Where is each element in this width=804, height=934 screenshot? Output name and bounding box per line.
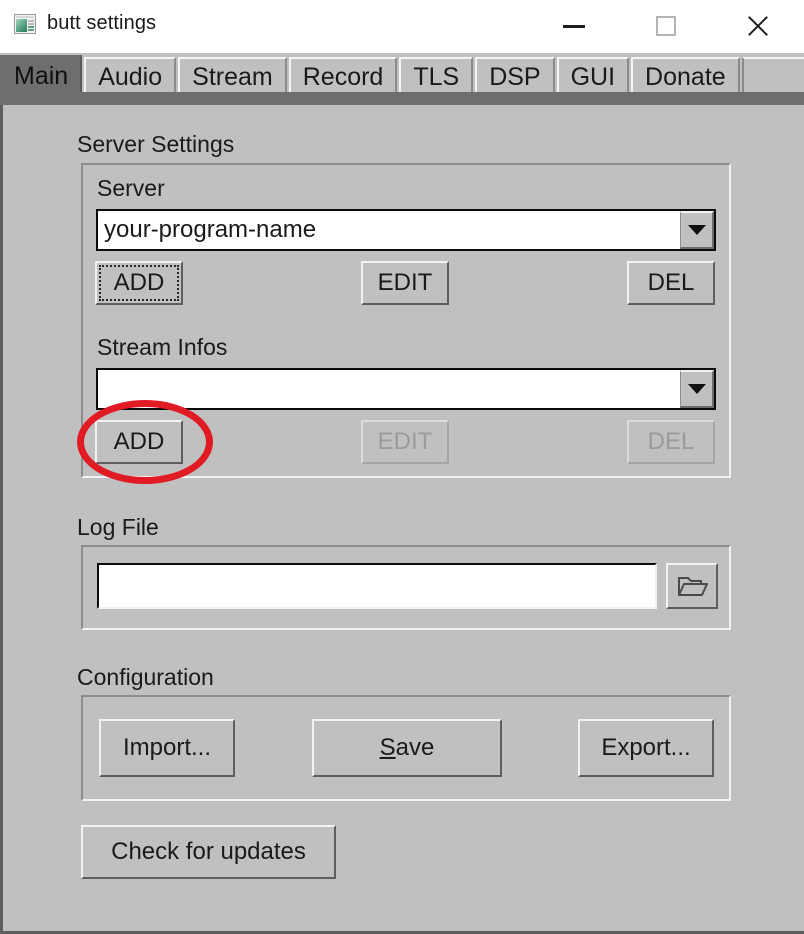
stream-infos-edit-button: EDIT <box>361 420 449 464</box>
title-bar: butt settings <box>0 0 804 54</box>
server-edit-label: EDIT <box>377 269 433 296</box>
close-button[interactable] <box>712 0 804 52</box>
configuration-groupbox: Import... Save Export... <box>81 695 731 801</box>
minimize-button[interactable] <box>528 0 620 52</box>
folder-open-icon <box>678 577 708 596</box>
server-settings-groupbox: Server your-program-name ADD EDIT DEL St… <box>81 163 731 478</box>
tab-donate-label: Donate <box>645 62 726 91</box>
app-icon-line-1 <box>28 19 34 22</box>
tab-bar-empty-space <box>741 57 804 95</box>
tab-bar: Main Audio Stream Record TLS DSP GUI Don… <box>0 53 804 95</box>
log-file-input[interactable] <box>97 563 657 609</box>
app-icon-line-4 <box>28 28 34 31</box>
app-icon-titlebar-strip <box>16 15 34 18</box>
log-file-groupbox <box>81 545 731 630</box>
server-combobox-value: your-program-name <box>104 218 317 242</box>
tab-dsp[interactable]: DSP <box>475 57 555 95</box>
tab-tls[interactable]: TLS <box>399 57 474 95</box>
export-label: Export... <box>601 734 691 761</box>
server-combobox[interactable]: your-program-name <box>96 209 716 251</box>
log-file-browse-button[interactable] <box>666 563 718 609</box>
tab-bar-underline <box>0 92 804 105</box>
server-settings-group-label: Server Settings <box>77 131 235 157</box>
tab-stream-label: Stream <box>192 62 273 91</box>
save-label: Save <box>380 736 435 760</box>
app-icon-line-3 <box>28 25 34 28</box>
tab-record-label: Record <box>302 62 384 91</box>
tab-stream[interactable]: Stream <box>178 57 287 95</box>
stream-infos-edit-label: EDIT <box>377 428 433 455</box>
tab-gui[interactable]: GUI <box>556 57 630 95</box>
stream-infos-add-button[interactable]: ADD <box>95 420 183 464</box>
app-icon-line-2 <box>28 22 34 25</box>
tab-main[interactable]: Main <box>0 55 83 95</box>
close-icon <box>745 13 771 39</box>
tab-audio-label: Audio <box>98 62 163 91</box>
stream-infos-del-button: DEL <box>627 420 715 464</box>
server-field-label: Server <box>97 175 165 201</box>
maximize-button[interactable] <box>620 0 712 52</box>
title-bar-left-group: butt settings <box>14 12 156 35</box>
tab-main-label: Main <box>14 61 69 90</box>
stream-infos-del-label: DEL <box>647 428 695 455</box>
export-button[interactable]: Export... <box>578 719 714 777</box>
tab-gui-label: GUI <box>570 62 616 91</box>
server-del-button[interactable]: DEL <box>627 261 715 305</box>
chevron-down-icon[interactable] <box>680 211 714 249</box>
app-window-icon <box>14 13 36 34</box>
tab-dsp-label: DSP <box>489 62 541 91</box>
main-tab-panel: Server Settings Server your-program-name… <box>0 105 804 934</box>
tab-record[interactable]: Record <box>288 57 398 95</box>
maximize-icon <box>656 16 676 36</box>
butt-settings-window: butt settings Main Audio Stream Record T… <box>0 0 804 934</box>
server-add-button[interactable]: ADD <box>95 261 183 305</box>
minimize-icon <box>563 24 585 28</box>
stream-infos-add-label: ADD <box>113 428 165 455</box>
server-add-label: ADD <box>113 269 165 296</box>
stream-infos-field-label: Stream Infos <box>97 334 228 360</box>
chevron-down-icon[interactable] <box>680 370 714 408</box>
server-del-label: DEL <box>647 269 695 296</box>
save-mnemonic-letter: S <box>379 734 396 761</box>
stream-infos-combobox[interactable] <box>96 368 716 410</box>
tab-tls-label: TLS <box>413 62 460 91</box>
save-button[interactable]: Save <box>312 719 502 777</box>
log-file-group-label: Log File <box>77 514 159 540</box>
check-for-updates-button[interactable]: Check for updates <box>81 825 336 879</box>
server-edit-button[interactable]: EDIT <box>361 261 449 305</box>
check-for-updates-label: Check for updates <box>111 838 306 865</box>
app-icon-gradient-pane <box>16 18 27 32</box>
import-label: Import... <box>122 734 212 761</box>
tab-donate[interactable]: Donate <box>631 57 740 95</box>
configuration-group-label: Configuration <box>77 664 214 690</box>
import-button[interactable]: Import... <box>99 719 235 777</box>
tab-audio[interactable]: Audio <box>84 57 177 95</box>
window-title: butt settings <box>47 12 157 34</box>
save-label-suffix: ave <box>395 734 435 761</box>
